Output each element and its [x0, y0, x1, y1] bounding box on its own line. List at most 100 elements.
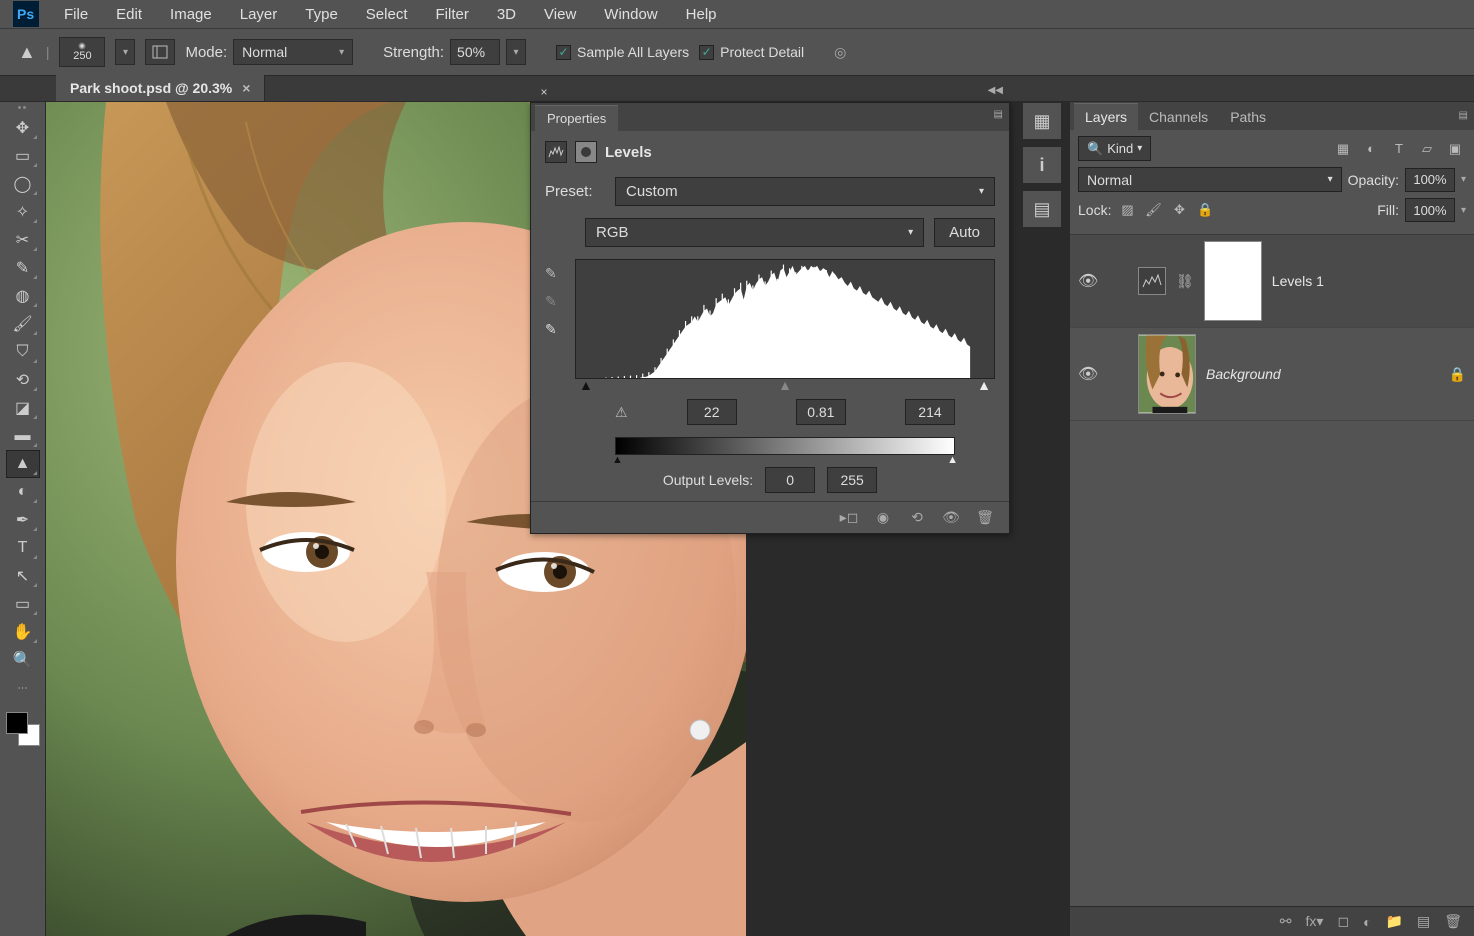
output-white-slider[interactable]: ▲ — [947, 454, 958, 466]
clone-stamp-tool[interactable]: ⛉ — [6, 338, 40, 366]
document-tab[interactable]: Park shoot.psd @ 20.3% × — [56, 75, 265, 101]
blur-tool[interactable]: ▲ — [6, 450, 40, 478]
sample-all-layers-checkbox[interactable]: ✓Sample All Layers — [556, 44, 689, 60]
zoom-tool[interactable]: 🔍 — [6, 646, 40, 674]
link-mask-icon[interactable]: ⛓ — [1176, 273, 1194, 290]
filter-shape-icon[interactable]: ▱ — [1416, 138, 1438, 160]
menu-window[interactable]: Window — [590, 1, 671, 28]
delete-adjustment-icon[interactable]: 🗑 — [975, 508, 995, 528]
preset-select[interactable]: Custom▾ — [615, 177, 995, 206]
black-point-eyedropper-icon[interactable]: ✎ — [545, 265, 563, 283]
menu-type[interactable]: Type — [291, 1, 352, 28]
toggle-visibility-icon[interactable]: 👁 — [941, 508, 961, 528]
layer-name[interactable]: Levels 1 — [1272, 273, 1324, 289]
reset-icon[interactable]: ⟲ — [907, 508, 927, 528]
properties-panel-menu-icon[interactable]: ▤ — [994, 109, 1003, 120]
dodge-tool[interactable]: ◐ — [6, 478, 40, 506]
lock-pixels-icon[interactable]: 🖌 — [1143, 200, 1163, 220]
auto-button[interactable]: Auto — [934, 218, 995, 247]
tab-paths[interactable]: Paths — [1219, 104, 1277, 130]
layer-mask-thumb[interactable] — [1204, 241, 1262, 321]
histogram-chart[interactable] — [575, 259, 995, 379]
collapsed-panel-history-icon[interactable]: ▦ — [1022, 102, 1062, 140]
view-previous-icon[interactable]: ◉ — [873, 508, 893, 528]
move-tool[interactable]: ✥ — [6, 114, 40, 142]
menu-file[interactable]: File — [50, 1, 102, 28]
lasso-tool[interactable]: ◯ — [6, 170, 40, 198]
tab-layers[interactable]: Layers — [1074, 103, 1138, 130]
add-mask-icon[interactable]: ◻ — [1337, 913, 1349, 930]
path-selection-tool[interactable]: ↖ — [6, 562, 40, 590]
strength-dropdown[interactable]: ▾ — [506, 39, 526, 65]
hand-tool[interactable]: ✋ — [6, 618, 40, 646]
tablet-pressure-icon[interactable]: ◎ — [834, 44, 846, 61]
panel-close-icon[interactable]: × — [537, 85, 551, 99]
tab-channels[interactable]: Channels — [1138, 104, 1219, 130]
lock-position-icon[interactable]: ✥ — [1169, 200, 1189, 220]
toolbox-handle[interactable] — [18, 106, 28, 110]
layer-row-levels[interactable]: 👁 ⛓ Levels 1 — [1070, 235, 1474, 328]
output-white-field[interactable] — [827, 467, 877, 493]
brush-preset-picker[interactable]: 250 — [59, 37, 105, 67]
crop-tool[interactable]: ✂ — [6, 226, 40, 254]
menu-3d[interactable]: 3D — [483, 1, 530, 28]
black-slider-handle[interactable]: ▲ — [579, 377, 593, 393]
menu-layer[interactable]: Layer — [226, 1, 292, 28]
layers-panel-menu-icon[interactable]: ▤ — [1459, 110, 1468, 121]
brush-preset-dropdown[interactable]: ▾ — [115, 39, 135, 65]
color-swatches[interactable] — [6, 712, 40, 746]
layer-row-background[interactable]: 👁 Background 🔒 — [1070, 328, 1474, 421]
fill-input[interactable] — [1405, 198, 1455, 222]
output-black-slider[interactable]: ▲ — [612, 454, 623, 466]
gradient-tool[interactable]: ▬ — [6, 422, 40, 450]
filter-pixel-icon[interactable]: ▦ — [1332, 138, 1354, 160]
magic-wand-tool[interactable]: ✧ — [6, 198, 40, 226]
eraser-tool[interactable]: ◪ — [6, 394, 40, 422]
opacity-input[interactable] — [1405, 168, 1455, 192]
menu-view[interactable]: View — [530, 1, 590, 28]
edit-toolbar[interactable]: ⋯ — [6, 674, 40, 702]
pen-tool[interactable]: ✒ — [6, 506, 40, 534]
gray-point-eyedropper-icon[interactable]: ✎ — [545, 293, 563, 311]
tab-properties[interactable]: Properties — [535, 105, 618, 131]
healing-brush-tool[interactable]: ◍ — [6, 282, 40, 310]
foreground-color-swatch[interactable] — [6, 712, 28, 734]
lock-all-icon[interactable]: 🔒 — [1195, 200, 1215, 220]
mask-view-icon[interactable] — [575, 141, 597, 163]
collapsed-panel-swatches-icon[interactable]: ▤ — [1022, 190, 1062, 228]
protect-detail-checkbox[interactable]: ✓Protect Detail — [699, 44, 804, 60]
collapsed-panel-info-icon[interactable]: i — [1022, 146, 1062, 184]
channel-select[interactable]: RGB▾ — [585, 218, 924, 247]
strength-input[interactable] — [450, 39, 500, 65]
lock-transparency-icon[interactable]: ▨ — [1117, 200, 1137, 220]
blend-mode-select[interactable]: Normal▾ — [1078, 167, 1342, 192]
new-adjustment-icon[interactable]: ◐ — [1363, 914, 1371, 930]
delete-layer-icon[interactable]: 🗑 — [1444, 913, 1462, 930]
marquee-tool[interactable]: ▭ — [6, 142, 40, 170]
visibility-toggle-icon[interactable]: 👁 — [1078, 271, 1098, 291]
eyedropper-tool[interactable]: ✎ — [6, 254, 40, 282]
layer-style-icon[interactable]: fx▾ — [1306, 913, 1324, 930]
filter-adjustment-icon[interactable]: ◐ — [1360, 138, 1382, 160]
link-layers-icon[interactable]: ⚯ — [1280, 913, 1292, 930]
clip-to-layer-icon[interactable]: ▸◻ — [839, 508, 859, 528]
mode-select[interactable]: Normal▾ — [233, 39, 353, 65]
layer-name[interactable]: Background — [1206, 366, 1281, 382]
layer-thumb[interactable] — [1138, 334, 1196, 414]
output-black-field[interactable] — [765, 467, 815, 493]
filter-type-icon[interactable]: T — [1388, 138, 1410, 160]
menu-edit[interactable]: Edit — [102, 1, 156, 28]
input-gamma-field[interactable] — [796, 399, 846, 425]
brush-tool[interactable]: 🖌 — [6, 310, 40, 338]
menu-select[interactable]: Select — [352, 1, 422, 28]
panel-collapse-icon[interactable]: ◀◀ — [988, 85, 1003, 96]
menu-help[interactable]: Help — [672, 1, 731, 28]
visibility-toggle-icon[interactable]: 👁 — [1078, 364, 1098, 384]
input-black-field[interactable] — [687, 399, 737, 425]
close-tab-icon[interactable]: × — [242, 80, 250, 96]
new-group-icon[interactable]: 📁 — [1386, 913, 1403, 930]
input-white-field[interactable] — [905, 399, 955, 425]
white-slider-handle[interactable]: ▲ — [977, 377, 991, 393]
menu-image[interactable]: Image — [156, 1, 226, 28]
output-gradient[interactable]: ▲ ▲ — [615, 437, 955, 455]
